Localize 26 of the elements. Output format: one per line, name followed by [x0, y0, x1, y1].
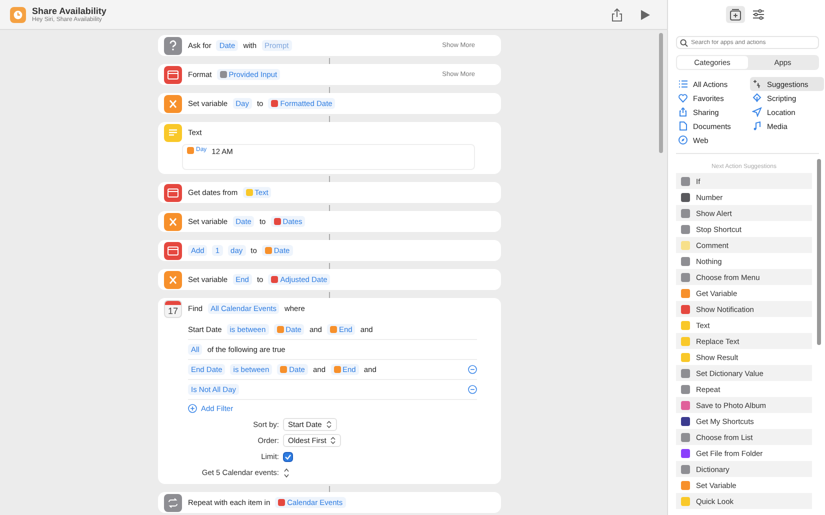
chevron-up-down-icon: [330, 436, 336, 445]
share-icon: [678, 107, 688, 117]
stepper-icon[interactable]: [283, 466, 290, 478]
heart-icon: [678, 93, 688, 103]
sliders-icon: [752, 8, 764, 21]
sparkle-icon: [752, 79, 762, 89]
scroll-bar[interactable]: [817, 159, 821, 345]
add-action-icon: [728, 8, 742, 21]
play-icon[interactable]: [639, 8, 651, 22]
compass-icon: [678, 135, 688, 145]
calendar-icon: 17: [164, 300, 182, 318]
checkbox[interactable]: [283, 452, 293, 462]
document-icon: [678, 121, 688, 131]
list-icon: [678, 79, 688, 89]
location-icon: [752, 107, 762, 117]
chevron-up-down-icon: [326, 420, 332, 429]
remove-icon[interactable]: [468, 384, 477, 394]
clock-icon: [10, 6, 26, 22]
remove-icon[interactable]: [468, 364, 477, 374]
window-title: Share Availability: [32, 6, 106, 16]
share-icon[interactable]: [611, 8, 623, 22]
scripting-icon: [752, 93, 762, 103]
add-action-tab[interactable]: [726, 6, 744, 23]
plus-icon: [188, 404, 197, 413]
note-icon: [752, 121, 762, 131]
scroll-bar[interactable]: [659, 33, 663, 153]
